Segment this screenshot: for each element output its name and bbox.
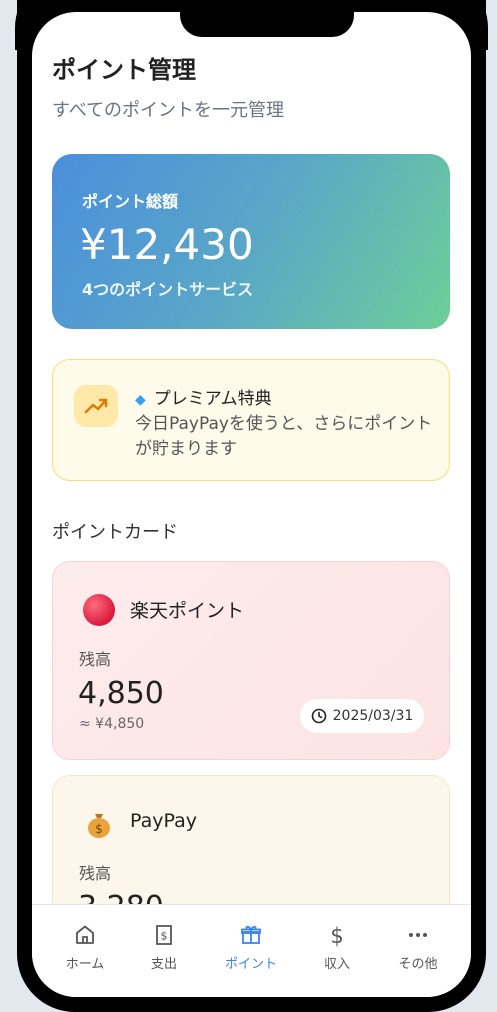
point-card-rakuten[interactable]: 楽天ポイント 残高 4,850 ≈ ¥4,850 2025/03/31	[52, 561, 450, 760]
nav-label: その他	[398, 957, 438, 972]
balance-label: 残高	[79, 650, 112, 669]
more-icon	[409, 933, 427, 937]
total-value: ¥12,430	[80, 220, 254, 269]
balance-value: 3,280	[78, 890, 164, 904]
rakuten-icon	[83, 594, 115, 626]
total-label: ポイント総額	[82, 192, 179, 211]
balance-value: 4,850	[78, 676, 164, 711]
yen-equivalent: ≈ ¥4,850	[79, 716, 145, 732]
page-subtitle: すべてのポイントを一元管理	[52, 100, 285, 121]
svg-text:$: $	[95, 822, 103, 836]
point-card-paypay[interactable]: $ PayPay 残高 3,280	[52, 775, 450, 904]
nav-label: 支出	[150, 957, 177, 972]
notch	[180, 12, 354, 37]
premium-text: 今日PayPayを使うと、さらにポイントが貯まります	[135, 414, 433, 459]
nav-income[interactable]: $ 収入	[302, 923, 372, 972]
dollar-icon: $	[330, 924, 343, 947]
expiry-date: 2025/03/31	[332, 708, 414, 724]
premium-title: ◆ プレミアム特典	[135, 384, 272, 409]
expiry-badge: 2025/03/31	[300, 699, 424, 733]
svg-text:$: $	[161, 930, 168, 943]
nav-points[interactable]: ポイント	[216, 923, 286, 972]
nav-home[interactable]: ホーム	[50, 923, 120, 972]
home-icon	[76, 925, 94, 944]
receipt-icon: $	[156, 925, 172, 945]
nav-label: 収入	[323, 957, 350, 972]
money-bag-icon: $	[83, 808, 115, 840]
premium-banner[interactable]: ◆ プレミアム特典 今日PayPayを使うと、さらにポイントが貯まります	[52, 359, 450, 481]
card-name: 楽天ポイント	[130, 600, 245, 622]
clock-icon	[311, 708, 326, 724]
premium-title-text: プレミアム特典	[153, 389, 272, 409]
service-count: 4つのポイントサービス	[82, 280, 254, 299]
section-title: ポイントカード	[52, 522, 178, 543]
nav-label: ポイント	[224, 957, 277, 972]
nav-expense[interactable]: $ 支出	[129, 923, 199, 972]
main-content[interactable]: ポイント管理 すべてのポイントを一元管理 ポイント総額 ¥12,430 4つのポ…	[32, 12, 471, 904]
gift-icon	[241, 925, 261, 944]
trending-up-icon	[74, 385, 118, 427]
gem-icon: ◆	[135, 392, 146, 408]
svg-text:$: $	[330, 924, 343, 947]
nav-more[interactable]: その他	[383, 923, 453, 972]
card-name: PayPay	[130, 810, 197, 832]
bottom-nav: ホーム $ 支出 ポイント $ 収入 その他	[32, 904, 471, 997]
total-points-card: ポイント総額 ¥12,430 4つのポイントサービス	[52, 154, 450, 329]
nav-label: ホーム	[65, 957, 105, 972]
balance-label: 残高	[79, 864, 112, 883]
phone-frame: ポイント管理 すべてのポイントを一元管理 ポイント総額 ¥12,430 4つのポ…	[15, 0, 488, 1012]
screen: ポイント管理 すべてのポイントを一元管理 ポイント総額 ¥12,430 4つのポ…	[32, 12, 471, 997]
page-title: ポイント管理	[52, 56, 196, 84]
